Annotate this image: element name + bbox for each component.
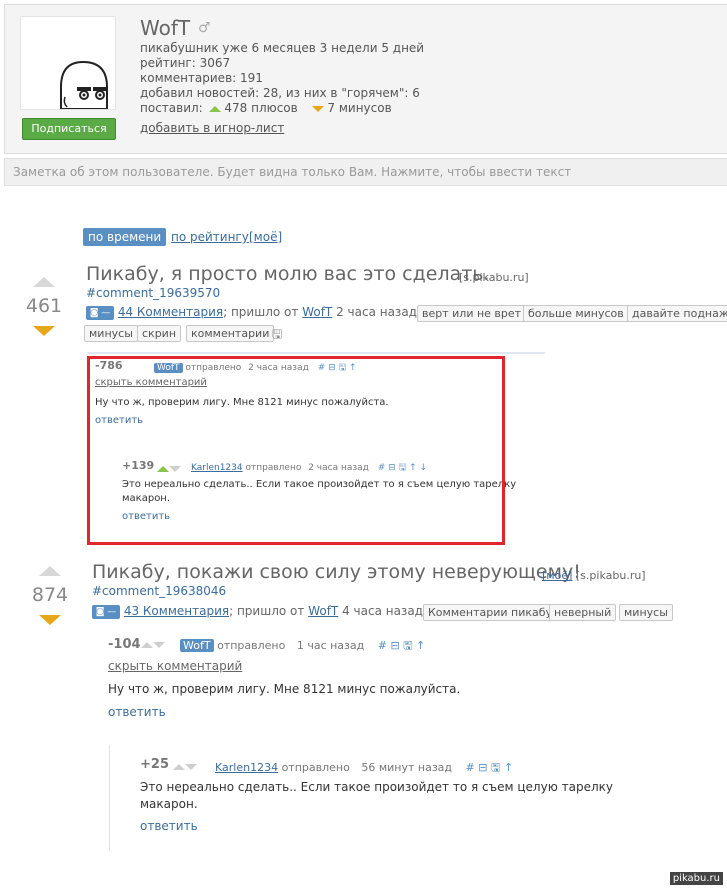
post-anchor[interactable]: #comment_19638046 — [92, 584, 226, 598]
tag[interactable]: давайте поднажме — [627, 305, 727, 322]
post-domain: [s.pikabu.ru] — [459, 271, 529, 284]
tag[interactable]: верт или не врет — [417, 305, 527, 322]
tag[interactable]: больше минусов — [523, 305, 629, 322]
comment-score: -104 — [108, 637, 141, 652]
tag[interactable]: Комментарии пикабу — [423, 604, 558, 621]
tag[interactable]: минусы — [619, 604, 673, 621]
divider — [87, 352, 545, 354]
highlight-box — [87, 356, 505, 545]
stat-rating: рейтинг: 3067 — [140, 56, 231, 70]
comments-link[interactable]: 43 Комментария — [124, 604, 229, 618]
post-meta: ◙ — 44 Комментария; пришло от WofT 2 час… — [86, 305, 417, 320]
reply-score: +25 — [140, 757, 169, 772]
comment-user[interactable]: WofT — [180, 639, 214, 652]
upvote-icon[interactable] — [39, 566, 61, 576]
reply-link[interactable]: ответить — [140, 819, 198, 833]
post-anchor[interactable]: #comment_19639570 — [86, 286, 220, 300]
post-title[interactable]: Пикабу, покажи свою силу этому неверующе… — [92, 561, 581, 583]
minus-icon — [311, 106, 324, 112]
post-rating: 874 — [31, 584, 69, 606]
downvote-icon[interactable] — [39, 615, 61, 625]
post-title[interactable]: Пикабу, я просто молю вас это сделать. — [86, 263, 490, 285]
stat-news: добавил новостей: 28, из них в "горячем"… — [140, 86, 420, 100]
downvote-icon[interactable] — [33, 326, 55, 336]
comment-header: WofT отправлено 1 час назад # ⊟ 🖫 ↑ — [180, 637, 425, 656]
plus-count: 478 плюсов — [224, 101, 298, 115]
subscribe-button[interactable]: Подписаться — [22, 118, 116, 140]
tag[interactable]: комментарии — [186, 325, 275, 342]
author-link[interactable]: WofT — [302, 305, 332, 319]
tag[interactable]: скрин — [137, 325, 182, 342]
ignore-link[interactable]: добавить в игнор-лист — [140, 121, 284, 135]
camera-icon: ◙ — — [86, 305, 114, 320]
gender-icon: ♂ — [198, 20, 211, 36]
reply-link[interactable]: ответить — [108, 705, 166, 719]
vote-icons[interactable] — [173, 759, 197, 773]
author-link[interactable]: WofT — [308, 604, 338, 618]
reply-text-1: Это нереально сделать.. Если такое произ… — [140, 780, 613, 794]
username: WofT — [140, 16, 191, 40]
watermark: pikabu.ru — [669, 872, 723, 885]
save-icon[interactable]: 🖫 — [272, 325, 282, 346]
comment-tools-icon[interactable]: # ⊟ 🖫 ↑ — [378, 639, 426, 652]
sort-by-rating[interactable]: по рейтингу — [171, 230, 249, 244]
avatar — [20, 16, 116, 110]
upvote-icon[interactable] — [33, 277, 55, 287]
minus-count: 7 минусов — [327, 101, 392, 115]
reply-user[interactable]: Karlen1234 — [215, 761, 278, 774]
camera-icon: ◙ — — [92, 604, 120, 619]
post-time: 4 часа назад — [342, 604, 423, 618]
stat-age: пикабушник уже 6 месяцев 3 недели 5 дней — [140, 41, 425, 55]
sort-by-time[interactable]: по времени — [83, 228, 167, 246]
sort-mine[interactable]: [моё] — [249, 230, 282, 244]
stat-votes: поставил: 478 плюсов 7 минусов — [140, 101, 392, 115]
tag[interactable]: минусы — [84, 325, 138, 342]
vote-icons[interactable] — [141, 637, 165, 651]
thread-line — [109, 745, 110, 850]
stat-comments: комментариев: 191 — [140, 71, 263, 85]
post-mine: [моё] [s.pikabu.ru] — [542, 569, 646, 582]
post-meta: ◙ — 43 Комментария; пришло от WofT 4 час… — [92, 604, 423, 619]
tag[interactable]: неверный — [549, 604, 617, 621]
hide-comment-link[interactable]: скрыть комментарий — [108, 659, 242, 673]
reply-header: Karlen1234 отправлено 56 минут назад # ⊟… — [215, 761, 514, 774]
reply-tools-icon[interactable]: # ⊟ 🖫 ↑ — [466, 761, 514, 774]
post-time: 2 часа назад — [336, 305, 417, 319]
post-rating: 461 — [25, 295, 63, 317]
votes-label: поставил: — [140, 101, 203, 115]
user-note-field[interactable]: Заметка об этом пользователе. Будет видн… — [4, 158, 727, 186]
comment-text: Ну что ж, проверим лигу. Мне 8121 минус … — [108, 682, 461, 696]
plus-icon — [208, 106, 221, 112]
reply-text-2: макарон. — [140, 797, 198, 811]
comments-link[interactable]: 44 Комментария — [118, 305, 223, 319]
